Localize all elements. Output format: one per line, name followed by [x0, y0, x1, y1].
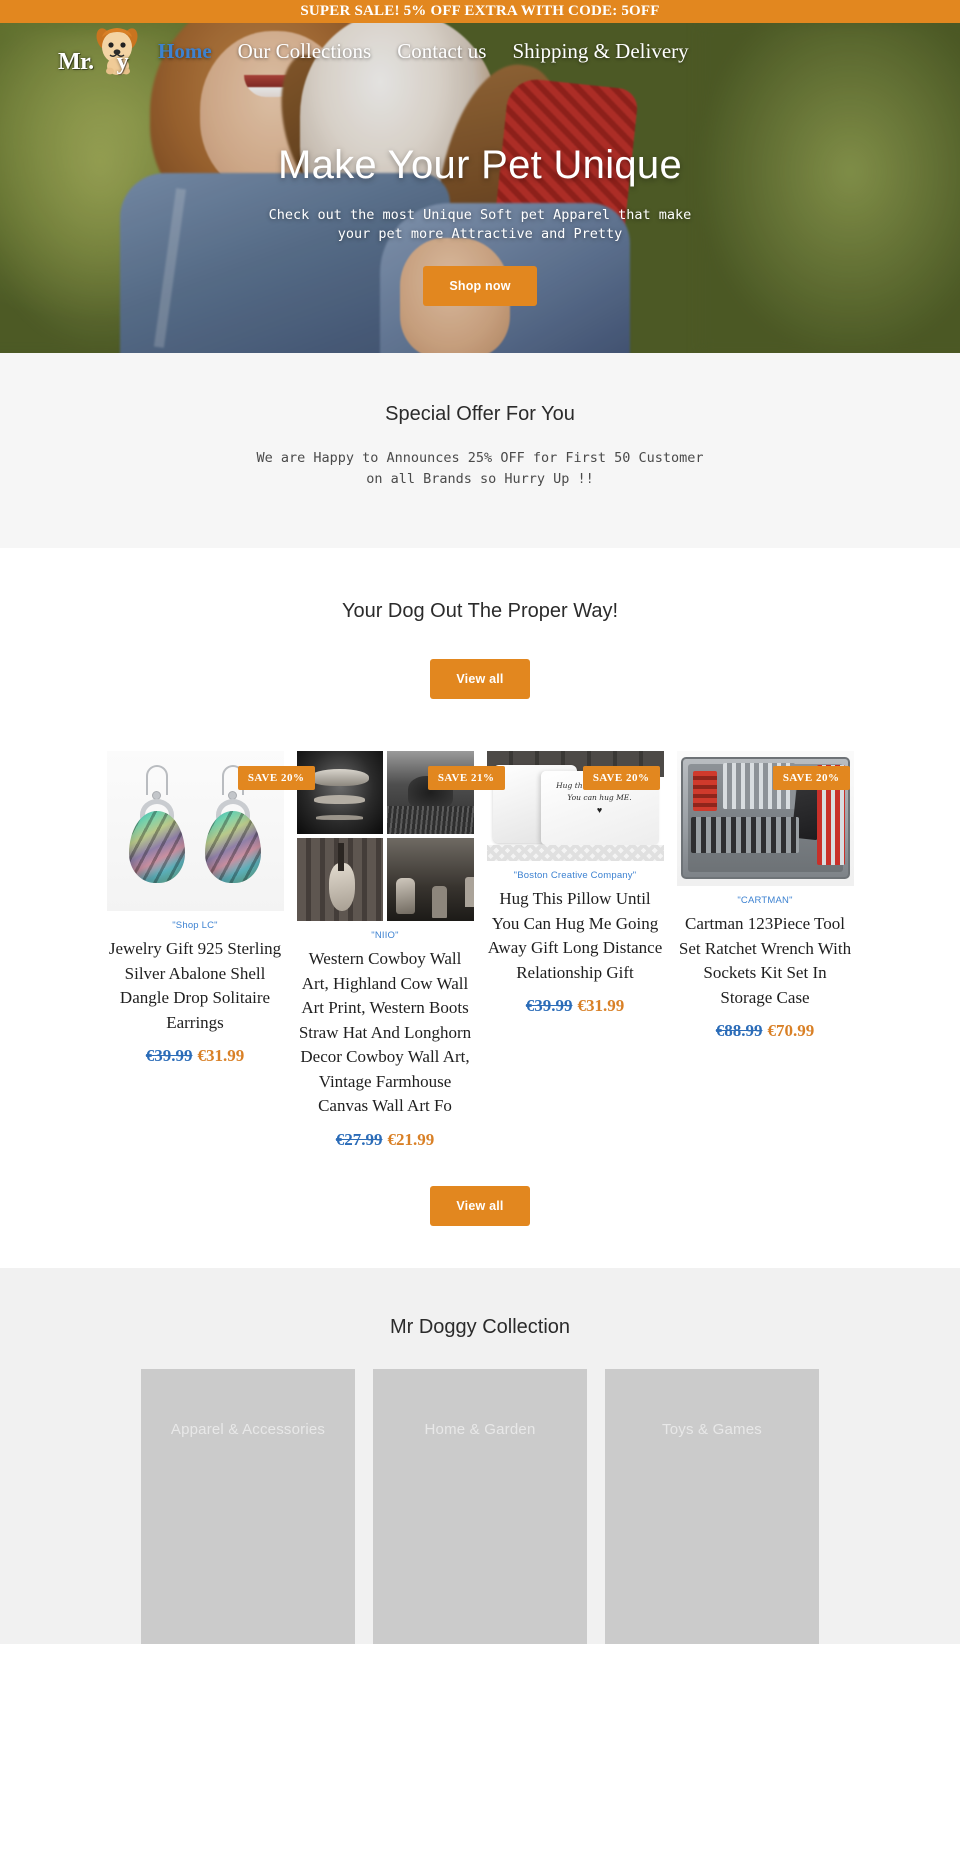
collection-card-label: Home & Garden — [424, 1420, 536, 1438]
special-offer-section: Special Offer For You We are Happy to An… — [0, 353, 960, 548]
product-media[interactable]: Hug this PILLOW until You can hug ME. ♥ … — [486, 751, 664, 861]
shop-now-button[interactable]: Shop now — [423, 266, 537, 306]
product-grid: SAVE 20% "Shop LC" Jewelry Gift 925 Ster… — [0, 699, 960, 1150]
product-price-old: €88.99 — [715, 1021, 763, 1040]
product-media[interactable]: SAVE 20% — [106, 751, 315, 911]
save-badge: SAVE 20% — [582, 766, 660, 790]
special-offer-body: We are Happy to Announces 25% OFF for Fi… — [256, 450, 704, 487]
hero-title: Make Your Pet Unique — [277, 143, 683, 187]
collection-card-apparel-accessories[interactable]: Apparel & Accessories — [141, 1368, 355, 1644]
view-all-bottom-wrap: View all — [0, 1150, 960, 1268]
save-badge: SAVE 21% — [427, 766, 505, 790]
product-prices: €27.99 €21.99 — [297, 1130, 474, 1150]
product-price-new: €70.99 — [767, 1021, 815, 1040]
site-header: Mr.xxy Home Our Collections Contact us S… — [0, 23, 960, 79]
heart-icon: ♥ — [596, 805, 603, 815]
product-title[interactable]: Hug This Pillow Until You Can Hug Me Goi… — [487, 887, 664, 985]
product-price-new: €31.99 — [197, 1046, 245, 1065]
product-card[interactable]: SAVE 20% "CARTMAN" Cartman 123Piece Tool… — [676, 751, 854, 1041]
highland-cow-photo — [387, 751, 474, 834]
collection-card-label: Toys & Games — [662, 1420, 762, 1438]
product-vendor: "Shop LC" — [172, 920, 218, 931]
product-title[interactable]: Cartman 123Piece Tool Set Ratchet Wrench… — [677, 912, 854, 1010]
nav-item-home[interactable]: Home — [158, 39, 212, 64]
guitar-photo — [296, 838, 383, 921]
hero-banner: Mr.xxy Home Our Collections Contact us S… — [0, 23, 960, 353]
product-price-old: €39.99 — [145, 1046, 193, 1065]
product-prices: €39.99 €31.99 — [487, 996, 664, 1016]
boots-posts-photo — [387, 838, 474, 921]
product-price-old: €27.99 — [335, 1129, 383, 1149]
save-badge: SAVE 20% — [772, 766, 850, 790]
product-price-new: €21.99 — [387, 1129, 435, 1149]
collection-card-label: Apparel & Accessories — [170, 1420, 326, 1438]
collection-card-home-garden[interactable]: Home & Garden — [373, 1368, 587, 1644]
product-prices: €39.99 €31.99 — [107, 1046, 284, 1066]
view-all-top-button[interactable]: View all — [430, 659, 530, 699]
socket-set-icon — [690, 817, 799, 853]
collection-title: Mr Doggy Collection — [389, 1315, 571, 1338]
cowboy-hats-photo — [296, 751, 383, 834]
product-card[interactable]: SAVE 21% "NIIO" Western Cowboy Wall Art,… — [296, 751, 505, 1150]
special-offer-title: Special Offer For You — [385, 403, 575, 425]
product-media[interactable]: SAVE 21% — [296, 751, 505, 921]
product-vendor: "NIIO" — [371, 930, 399, 941]
product-vendor: "Boston Creative Company" — [513, 870, 637, 881]
product-card[interactable]: SAVE 20% "Shop LC" Jewelry Gift 925 Ster… — [106, 751, 315, 1066]
hero-content: Make Your Pet Unique Check out the most … — [0, 143, 960, 306]
product-media[interactable]: SAVE 20% — [676, 751, 854, 886]
product-price-old: €39.99 — [525, 996, 573, 1015]
product-title[interactable]: Western Cowboy Wall Art, Highland Cow Wa… — [297, 947, 474, 1119]
red-bits-icon — [692, 771, 717, 811]
save-badge: SAVE 20% — [237, 766, 315, 790]
product-price-new: €31.99 — [577, 996, 625, 1015]
hero-subtitle: Check out the most Unique Soft pet Appar… — [268, 207, 692, 242]
view-all-top-wrap: View all — [0, 659, 960, 699]
product-prices: €88.99 €70.99 — [677, 1021, 854, 1041]
announcement-text: SUPER SALE! 5% OFF EXTRA WITH CODE: 5OFF — [300, 3, 660, 19]
main-navigation: Home Our Collections Contact us Shipping… — [158, 39, 689, 64]
products-section-title: Your Dog Out The Proper Way! — [341, 600, 619, 622]
site-logo[interactable]: Mr.xxy — [58, 25, 150, 77]
products-section: Your Dog Out The Proper Way! View all SA… — [0, 548, 960, 1268]
product-card[interactable]: Hug this PILLOW until You can hug ME. ♥ … — [486, 751, 664, 1016]
product-title[interactable]: Jewelry Gift 925 Sterling Silver Abalone… — [107, 937, 284, 1035]
logo-text: Mr.xxy — [58, 49, 129, 75]
nav-item-our-collections[interactable]: Our Collections — [238, 39, 372, 64]
nav-item-contact-us[interactable]: Contact us — [397, 39, 486, 64]
collection-section: Mr Doggy Collection Apparel & Accessorie… — [0, 1267, 960, 1644]
pillow-text-line-2: You can hug ME. — [567, 793, 632, 802]
view-all-bottom-button[interactable]: View all — [430, 1185, 530, 1226]
announcement-bar: SUPER SALE! 5% OFF EXTRA WITH CODE: 5OFF — [0, 0, 960, 23]
nav-item-shipping-delivery[interactable]: Shipping & Delivery — [512, 39, 688, 64]
pillow-floor — [486, 845, 664, 861]
product-vendor: "CARTMAN" — [737, 895, 793, 906]
collection-grid: Apparel & Accessories Home & Garden Toys… — [0, 1368, 960, 1644]
collection-card-toys-games[interactable]: Toys & Games — [605, 1368, 819, 1644]
